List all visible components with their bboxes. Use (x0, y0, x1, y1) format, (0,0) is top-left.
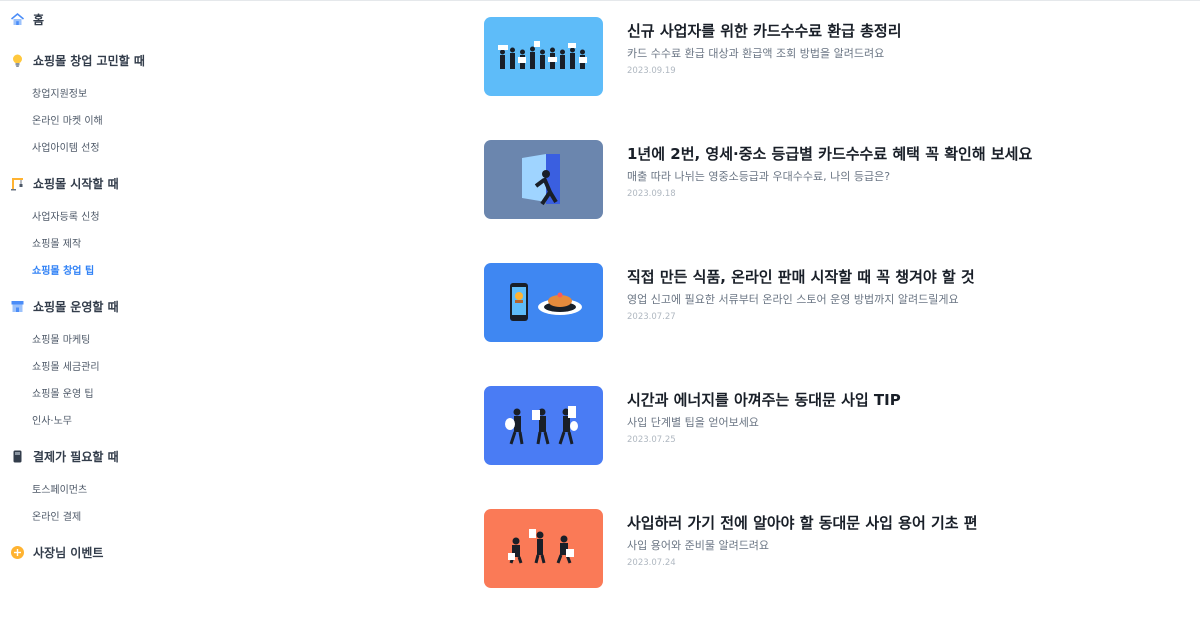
sidebar-item-startup-tips[interactable]: 쇼핑몰 창업 팁 (32, 262, 94, 277)
article-card[interactable]: 시간과 에너지를 아껴주는 동대문 사입 TIP 사입 단계별 팁을 얻어보세요… (484, 386, 1044, 466)
article-date: 2023.09.18 (627, 189, 676, 199)
sidebar-item-toss-payments[interactable]: 토스페이먼츠 (32, 481, 87, 496)
article-date: 2023.09.19 (627, 66, 676, 76)
sidebar-item-tax[interactable]: 쇼핑몰 세금관리 (32, 358, 100, 373)
person-entering-door-illustration (522, 154, 560, 206)
sidebar-item-marketing[interactable]: 쇼핑몰 마케팅 (32, 331, 90, 346)
article-date: 2023.07.27 (627, 312, 676, 322)
sidebar-item-online-payment[interactable]: 온라인 결제 (32, 508, 81, 523)
sidebar-section-label: 쇼핑몰 운영할 때 (33, 300, 119, 314)
article-date: 2023.07.25 (627, 435, 676, 445)
plus-circle-icon (10, 545, 25, 560)
people-carrying-bags-illustration (505, 406, 578, 445)
article-title[interactable]: 신규 사업자를 위한 카드수수료 환급 총정리 (627, 20, 902, 41)
sidebar-item-label: 사장님 이벤트 (33, 546, 104, 560)
article-description: 영업 신고에 필요한 서류부터 온라인 스토어 운영 방법까지 알려드릴게요 (627, 293, 959, 306)
sidebar-section-startup-consider[interactable]: 쇼핑몰 창업 고민할 때 (10, 52, 145, 69)
article-description: 카드 수수료 환급 대상과 환급액 조회 방법을 알려드려요 (627, 47, 885, 60)
article-date: 2023.07.24 (627, 558, 676, 568)
sidebar-item-label: 홈 (33, 13, 45, 27)
sidebar-item-item-selection[interactable]: 사업아이템 선정 (32, 139, 100, 154)
sidebar-section-operate[interactable]: 쇼핑몰 운영할 때 (10, 298, 119, 315)
sidebar-item-online-market[interactable]: 온라인 마켓 이해 (32, 112, 103, 127)
sidebar-item-owner-event[interactable]: 사장님 이벤트 (10, 544, 103, 561)
article-card[interactable]: 신규 사업자를 위한 카드수수료 환급 총정리 카드 수수료 환급 대상과 환급… (484, 17, 1044, 97)
sidebar-section-label: 쇼핑몰 시작할 때 (33, 177, 119, 191)
sidebar-section-startup-begin[interactable]: 쇼핑몰 시작할 때 (10, 175, 119, 192)
lightbulb-icon (10, 53, 25, 68)
article-title[interactable]: 직접 만든 식품, 온라인 판매 시작할 때 꼭 챙겨야 할 것 (627, 266, 975, 287)
sidebar-item-mall-build[interactable]: 쇼핑몰 제작 (32, 235, 81, 250)
sidebar-item-operation-tips[interactable]: 쇼핑몰 운영 팁 (32, 385, 94, 400)
card-reader-icon (10, 449, 25, 464)
sidebar-section-label: 결제가 필요할 때 (33, 450, 119, 464)
storefront-icon (10, 299, 25, 314)
article-card[interactable]: 직접 만든 식품, 온라인 판매 시작할 때 꼭 챙겨야 할 것 영업 신고에 … (484, 263, 1044, 343)
article-card[interactable]: 사입하러 가기 전에 알아야 할 동대문 사입 용어 기초 편 사입 용어와 준… (484, 509, 1044, 589)
article-thumbnail (484, 140, 603, 219)
phone-and-food-plate-illustration (510, 283, 582, 321)
article-card[interactable]: 1년에 2번, 영세·중소 등급별 카드수수료 혜택 꼭 확인해 보세요 매출 … (484, 140, 1044, 220)
article-title[interactable]: 1년에 2번, 영세·중소 등급별 카드수수료 혜택 꼭 확인해 보세요 (627, 143, 1032, 164)
sidebar-item-hr-labor[interactable]: 인사·노무 (32, 412, 72, 427)
article-description: 사입 용어와 준비물 알려드려요 (627, 539, 770, 552)
sidebar-item-home[interactable]: 홈 (10, 11, 44, 28)
sidebar-section-payment[interactable]: 결제가 필요할 때 (10, 448, 119, 465)
article-title[interactable]: 사입하러 가기 전에 알아야 할 동대문 사입 용어 기초 편 (627, 512, 978, 533)
article-description: 사입 단계별 팁을 얻어보세요 (627, 416, 759, 429)
sidebar-section-label: 쇼핑몰 창업 고민할 때 (33, 54, 145, 68)
crane-icon (10, 176, 25, 191)
article-thumbnail (484, 263, 603, 342)
sidebar-item-startup-support[interactable]: 창업지원정보 (32, 85, 87, 100)
home-icon (10, 12, 25, 27)
article-thumbnail (484, 17, 603, 96)
article-thumbnail (484, 509, 603, 588)
article-thumbnail (484, 386, 603, 465)
article-title[interactable]: 시간과 에너지를 아껴주는 동대문 사입 TIP (627, 389, 901, 410)
crowd-with-signs-illustration (498, 41, 587, 69)
article-description: 매출 따라 나뉘는 영중소등급과 우대수수료, 나의 등급은? (627, 170, 891, 183)
people-with-boxes-illustration (508, 529, 574, 564)
sidebar-item-business-registration[interactable]: 사업자등록 신청 (32, 208, 100, 223)
sidebar-nav: 홈 쇼핑몰 창업 고민할 때 창업지원정보 온라인 마켓 이해 사업아이템 선정… (0, 0, 300, 622)
